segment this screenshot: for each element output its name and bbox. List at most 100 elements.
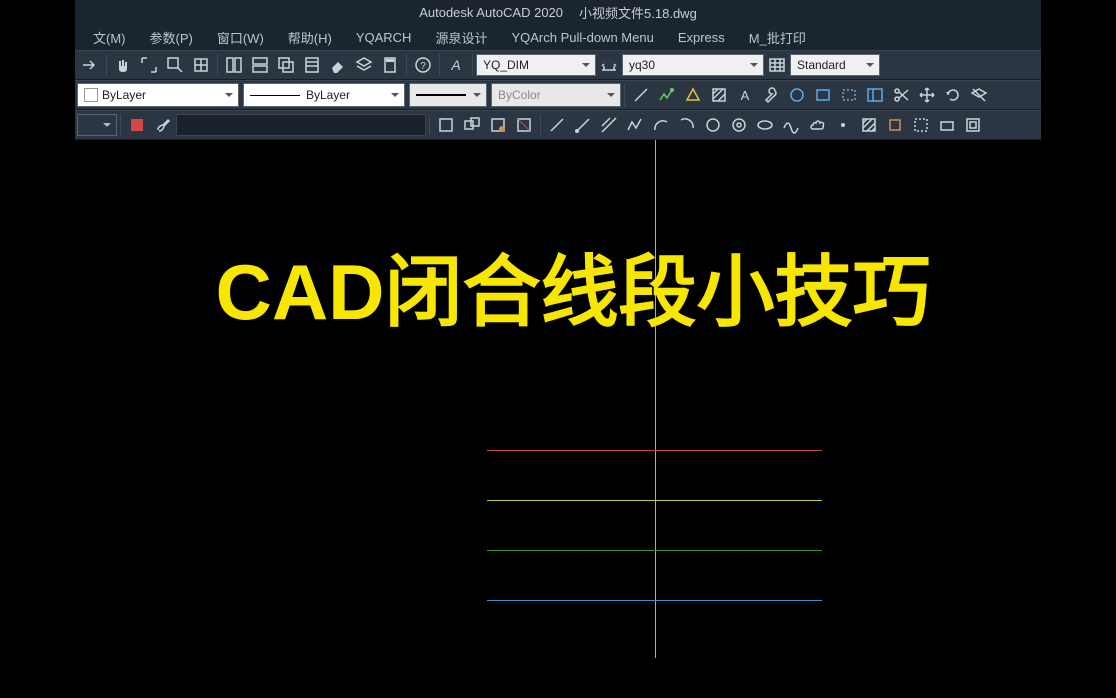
- plotstyle-value: ByColor: [498, 88, 541, 102]
- cascade-icon[interactable]: [273, 52, 299, 78]
- draw-ellipse-icon[interactable]: [752, 112, 778, 138]
- table-style-icon[interactable]: [764, 52, 790, 78]
- menu-params[interactable]: 参数(P): [138, 26, 205, 49]
- wrench-icon[interactable]: [758, 82, 784, 108]
- group1-icon[interactable]: [433, 112, 459, 138]
- dim-ruler-icon[interactable]: [596, 52, 622, 78]
- zoom-extents-icon[interactable]: [136, 52, 162, 78]
- table-style-value: Standard: [797, 58, 846, 72]
- menu-batch-print[interactable]: M_批打印: [737, 26, 818, 49]
- color-swatch-icon: [84, 88, 98, 102]
- toolbar-row-2: ByLayer ByLayer ByColor A: [75, 80, 1041, 110]
- layer-off-icon[interactable]: [966, 82, 992, 108]
- calculator-icon[interactable]: [377, 52, 403, 78]
- separator: [120, 114, 121, 136]
- layer-dd-combo[interactable]: [77, 114, 117, 136]
- draw-ray-icon[interactable]: [570, 112, 596, 138]
- draw-spline-icon[interactable]: [778, 112, 804, 138]
- linetype-combo[interactable]: ByLayer: [243, 83, 405, 107]
- command-input[interactable]: [176, 114, 426, 136]
- dim-style-combo[interactable]: YQ_DIM: [476, 54, 596, 76]
- linetype-sample-icon: [250, 95, 300, 96]
- separator: [472, 54, 473, 76]
- color-value: ByLayer: [102, 88, 146, 102]
- menubar: 文(M) 参数(P) 窗口(W) 帮助(H) YQARCH 源泉设计 YQArc…: [75, 24, 1041, 50]
- circle-c-icon[interactable]: [784, 82, 810, 108]
- pan-hand-icon[interactable]: [110, 52, 136, 78]
- text-style-combo[interactable]: yq30: [622, 54, 764, 76]
- separator: [106, 54, 107, 76]
- triangle-warn-icon[interactable]: [680, 82, 706, 108]
- separator: [429, 114, 430, 136]
- menu-express[interactable]: Express: [666, 28, 737, 47]
- draw-point-icon[interactable]: [830, 112, 856, 138]
- drawing-canvas[interactable]: CAD闭合线段小技巧: [75, 140, 1041, 658]
- line-tool-icon[interactable]: [628, 82, 654, 108]
- app-window: Autodesk AutoCAD 2020 小视频文件5.18.dwg 文(M)…: [75, 0, 1041, 698]
- toolbar-row-1: ? A YQ_DIM yq30 Standard: [75, 50, 1041, 80]
- rect-dash-icon[interactable]: [836, 82, 862, 108]
- plotstyle-combo[interactable]: ByColor: [491, 83, 621, 107]
- polyline-tool-icon[interactable]: [654, 82, 680, 108]
- hatch-icon[interactable]: [706, 82, 732, 108]
- color-combo[interactable]: ByLayer: [77, 83, 239, 107]
- menu-help[interactable]: 帮助(H): [276, 26, 344, 49]
- menu-file[interactable]: 文(M): [81, 26, 138, 49]
- dim-frame-icon[interactable]: [960, 112, 986, 138]
- swatch-icon[interactable]: [124, 112, 150, 138]
- menu-yqarch-pulldown[interactable]: YQArch Pull-down Menu: [499, 28, 665, 47]
- menu-yqarch[interactable]: YQARCH: [344, 28, 424, 47]
- draw-circle-icon[interactable]: [700, 112, 726, 138]
- layers-icon[interactable]: [351, 52, 377, 78]
- separator: [624, 84, 625, 106]
- drawn-line[interactable]: [487, 600, 822, 601]
- drawn-line[interactable]: [487, 450, 822, 451]
- draw-hatch-icon[interactable]: [856, 112, 882, 138]
- layer-panel-icon[interactable]: [862, 82, 888, 108]
- draw-wipeout-icon[interactable]: [908, 112, 934, 138]
- table-style-combo[interactable]: Standard: [790, 54, 880, 76]
- draw-xline-icon[interactable]: [596, 112, 622, 138]
- draw-pline-icon[interactable]: [622, 112, 648, 138]
- scissors-icon[interactable]: [888, 82, 914, 108]
- group3-icon[interactable]: [485, 112, 511, 138]
- lineweight-sample-icon: [416, 94, 466, 96]
- tile-horz-icon[interactable]: [247, 52, 273, 78]
- zoom-window-icon[interactable]: [162, 52, 188, 78]
- text-b-icon[interactable]: A: [732, 82, 758, 108]
- separator: [439, 54, 440, 76]
- drawn-line[interactable]: [487, 500, 822, 501]
- draw-region-icon[interactable]: [882, 112, 908, 138]
- lineweight-combo[interactable]: [409, 83, 487, 107]
- tile-vert-icon[interactable]: [221, 52, 247, 78]
- headline-text: CAD闭合线段小技巧: [125, 230, 1021, 342]
- brush-icon[interactable]: [150, 112, 176, 138]
- rect-sel-icon[interactable]: [810, 82, 836, 108]
- separator: [217, 54, 218, 76]
- svg-text:A: A: [741, 88, 750, 103]
- properties-icon[interactable]: [299, 52, 325, 78]
- text-a-icon[interactable]: A: [443, 52, 469, 78]
- eraser-icon[interactable]: [325, 52, 351, 78]
- rotate-icon[interactable]: [940, 82, 966, 108]
- linetype-value: ByLayer: [306, 88, 350, 102]
- menu-window[interactable]: 窗口(W): [205, 26, 276, 49]
- zoom-realtime-icon[interactable]: [188, 52, 214, 78]
- draw-arc2-icon[interactable]: [674, 112, 700, 138]
- group2-icon[interactable]: [459, 112, 485, 138]
- drawn-line[interactable]: [487, 550, 822, 551]
- toolbar-row-3: [75, 110, 1041, 140]
- draw-revcloud-icon[interactable]: [804, 112, 830, 138]
- draw-arc-icon[interactable]: [648, 112, 674, 138]
- help-icon[interactable]: ?: [410, 52, 436, 78]
- redo-arrow-icon[interactable]: [77, 52, 103, 78]
- titlebar: Autodesk AutoCAD 2020 小视频文件5.18.dwg: [75, 0, 1041, 24]
- move-icon[interactable]: [914, 82, 940, 108]
- draw-line-icon[interactable]: [544, 112, 570, 138]
- menu-yuanquan[interactable]: 源泉设计: [423, 26, 499, 49]
- group4-icon[interactable]: [511, 112, 537, 138]
- crosshair-vertical: [655, 140, 656, 658]
- text-style-value: yq30: [629, 58, 655, 72]
- draw-donut-icon[interactable]: [726, 112, 752, 138]
- dim-box-icon[interactable]: [934, 112, 960, 138]
